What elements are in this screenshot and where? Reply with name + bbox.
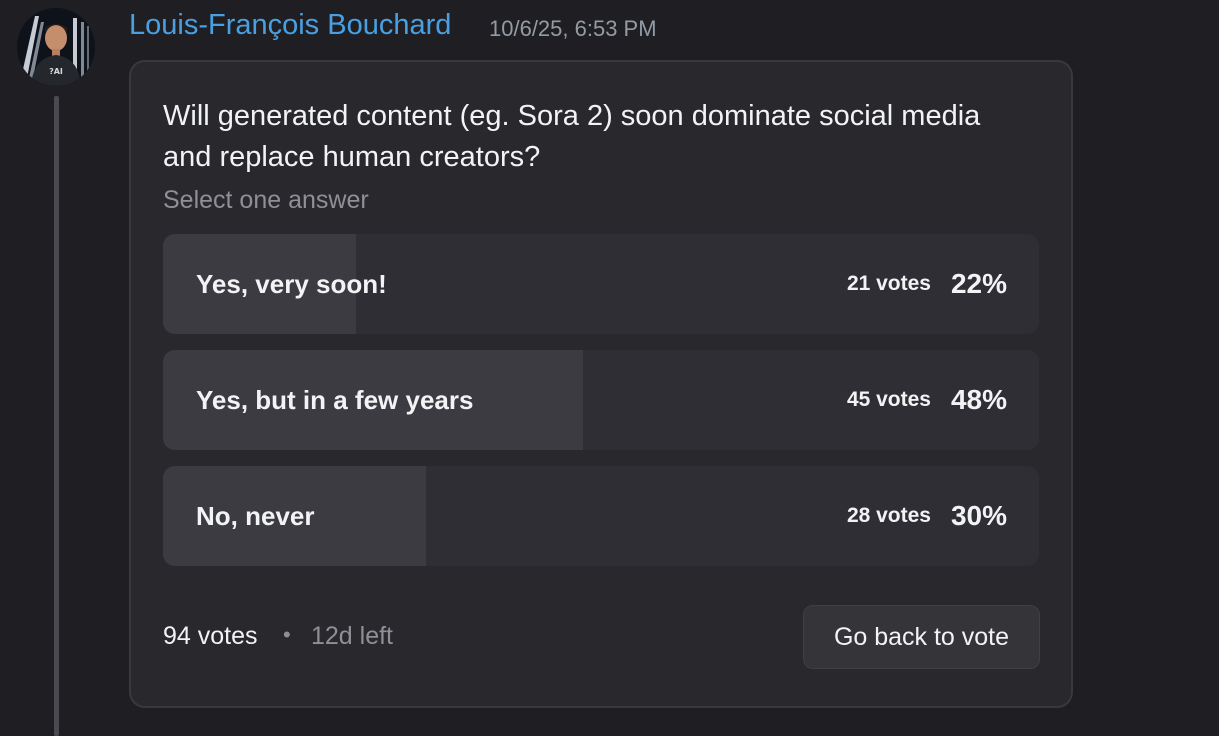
- poll-answer[interactable]: No, never 28 votes 30%: [163, 466, 1039, 566]
- answer-vote-count: 45 votes: [846, 388, 931, 411]
- avatar[interactable]: ?AI: [17, 8, 95, 86]
- avatar-shirt-text: ?AI: [49, 67, 63, 76]
- poll-total-votes: 94 votes: [163, 622, 258, 650]
- author-name[interactable]: Louis-François Bouchard: [129, 9, 451, 42]
- answer-label: Yes, but in a few years: [196, 385, 474, 415]
- poll-card: Will generated content (eg. Sora 2) soon…: [129, 60, 1073, 708]
- reply-thread-line: [54, 96, 59, 736]
- message-timestamp: 10/6/25, 6:53 PM: [489, 16, 657, 41]
- poll-answer[interactable]: Yes, very soon! 21 votes 22%: [163, 234, 1039, 334]
- footer-separator: •: [283, 622, 291, 647]
- answer-percentage: 30%: [950, 500, 1007, 531]
- poll-time-left: 12d left: [311, 622, 394, 650]
- answer-label: Yes, very soon!: [196, 269, 387, 299]
- answer-label: No, never: [196, 501, 315, 531]
- poll-hint: Select one answer: [163, 186, 369, 214]
- answer-percentage: 22%: [950, 268, 1007, 299]
- poll-answer[interactable]: Yes, but in a few years 45 votes 48%: [163, 350, 1039, 450]
- go-back-to-vote-button[interactable]: Go back to vote: [803, 605, 1040, 669]
- poll-question: Will generated content (eg. Sora 2) soon…: [163, 100, 981, 173]
- answer-vote-count: 28 votes: [846, 504, 931, 527]
- avatar-image: ?AI: [17, 8, 95, 86]
- answer-percentage: 48%: [950, 384, 1007, 415]
- answer-vote-count: 21 votes: [846, 272, 931, 295]
